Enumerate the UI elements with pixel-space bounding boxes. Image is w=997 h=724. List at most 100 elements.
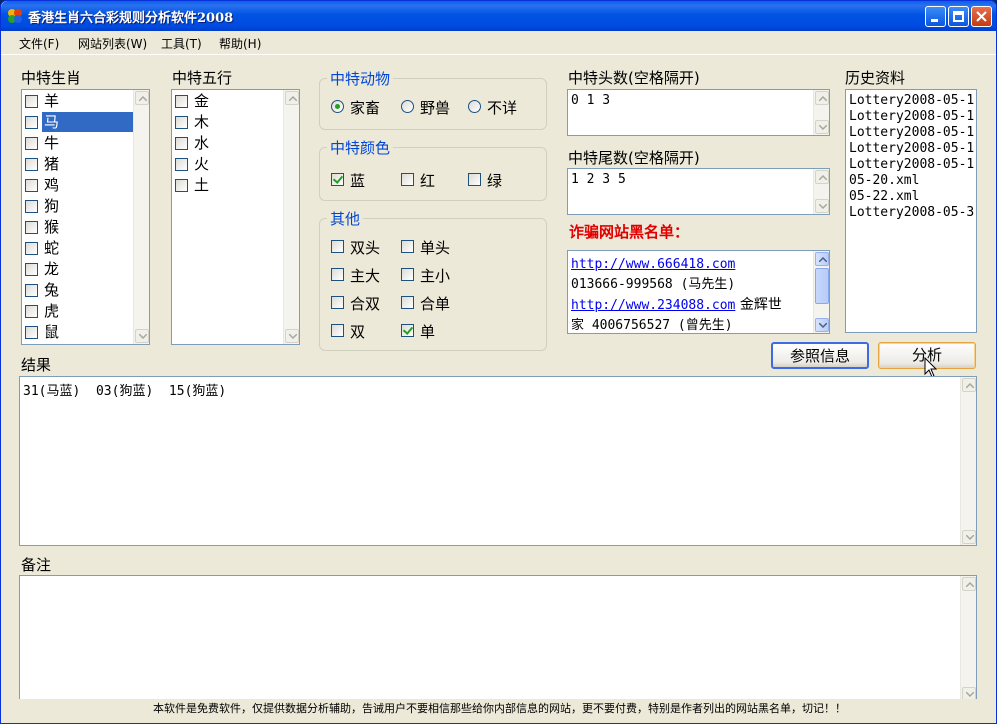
title-bar[interactable]: 香港生肖六合彩规则分析软件2008 <box>1 1 996 31</box>
scroll-up-button[interactable] <box>815 91 829 105</box>
tail-numbers-input[interactable]: 1 2 3 5 <box>567 168 830 215</box>
checkbox[interactable] <box>25 242 38 255</box>
zodiac-scrollbar[interactable] <box>133 90 149 344</box>
checkbox[interactable] <box>25 95 38 108</box>
checkbox[interactable] <box>25 263 38 276</box>
menu-help[interactable]: 帮助(H) <box>219 35 261 52</box>
blacklist-box[interactable]: http://www.666418.com 013666-999568 (马先生… <box>567 250 830 334</box>
blacklist-content: http://www.666418.com 013666-999568 (马先生… <box>571 255 782 333</box>
head-numbers-value: 0 1 3 <box>571 93 611 108</box>
checkbox[interactable] <box>25 158 38 171</box>
checkbox[interactable] <box>175 158 188 171</box>
checkbox[interactable] <box>175 137 188 150</box>
tail-numbers-value: 1 2 3 5 <box>571 172 626 187</box>
notes-label: 备注 <box>21 556 52 574</box>
history-item[interactable]: Lottery2008-05-1 <box>849 93 974 109</box>
menu-file[interactable]: 文件(F) <box>19 35 59 52</box>
scroll-down-button[interactable] <box>962 530 976 544</box>
maximize-button[interactable] <box>948 6 969 27</box>
history-item[interactable]: Lottery2008-05-1 <box>849 125 974 141</box>
history-item[interactable]: 05-20.xml <box>849 173 919 189</box>
reference-button[interactable]: 参照信息 <box>771 342 869 369</box>
checkbox[interactable] <box>401 296 414 309</box>
close-button[interactable] <box>971 6 992 27</box>
blacklist-link[interactable]: http://www.234088.com <box>571 298 735 313</box>
checkbox[interactable] <box>331 268 344 281</box>
checkbox[interactable] <box>331 240 344 253</box>
footer-disclaimer: 本软件是免费软件，仅提供数据分析辅助，告诫用户不要相信那些给你内部信息的网站，更… <box>1 699 996 723</box>
scroll-thumb[interactable] <box>815 268 829 304</box>
scroll-down-button[interactable] <box>815 199 829 213</box>
checkbox[interactable] <box>401 173 414 186</box>
checkbox[interactable] <box>25 179 38 192</box>
tail-numbers-label: 中特尾数(空格隔开) <box>568 149 700 167</box>
scroll-up-button[interactable] <box>135 91 149 105</box>
scroll-up-button[interactable] <box>815 170 829 184</box>
elements-scrollbar[interactable] <box>283 90 299 344</box>
scroll-down-button[interactable] <box>815 120 829 134</box>
checkbox[interactable] <box>25 116 38 129</box>
scroll-down-button[interactable] <box>815 318 829 332</box>
menu-bar: 文件(F) 网站列表(W) 工具(T) 帮助(H) <box>1 31 996 55</box>
notes-scrollbar[interactable] <box>960 576 976 702</box>
menu-sites[interactable]: 网站列表(W) <box>78 35 147 52</box>
checkbox[interactable] <box>25 305 38 318</box>
elements-list[interactable]: 土火水木金 <box>171 89 300 345</box>
scroll-up-icon <box>966 383 974 388</box>
checkbox[interactable] <box>331 296 344 309</box>
checkbox[interactable] <box>401 324 414 337</box>
history-item[interactable]: Lottery2008-05-1 <box>849 157 974 173</box>
history-item[interactable]: 05-22.xml <box>849 189 919 205</box>
head-numbers-label: 中特头数(空格隔开) <box>568 69 700 87</box>
history-label: 历史资料 <box>845 69 906 87</box>
radio-button[interactable] <box>401 100 414 113</box>
scroll-up-button[interactable] <box>815 252 829 266</box>
element-item-label: 金 <box>194 92 210 110</box>
history-item[interactable]: Lottery2008-05-3 <box>849 205 974 221</box>
history-item[interactable]: Lottery2008-05-1 <box>849 109 974 125</box>
radio-button[interactable] <box>468 100 481 113</box>
scroll-up-button[interactable] <box>962 577 976 591</box>
head-numbers-input[interactable]: 0 1 3 <box>567 89 830 136</box>
scroll-up-button[interactable] <box>285 91 299 105</box>
blacklist-scrollbar[interactable] <box>813 251 829 333</box>
blacklist-line: 013666-999568 (马先生) <box>571 277 736 292</box>
result-scrollbar[interactable] <box>960 377 976 545</box>
history-item[interactable]: Lottery2008-05-1 <box>849 141 974 157</box>
scroll-down-button[interactable] <box>285 329 299 343</box>
scroll-up-button[interactable] <box>962 378 976 392</box>
zodiac-list[interactable]: 鼠虎兔龙蛇猴狗鸡猪牛马羊 <box>21 89 150 345</box>
other-group: 其他 双头 单头 主大 主小 合双 合单 双 单 <box>319 208 547 351</box>
maximize-icon <box>953 11 964 22</box>
notes-textarea[interactable] <box>19 575 977 703</box>
blacklist-link[interactable]: http://www.666418.com <box>571 257 735 272</box>
blacklist-line: 家 4006756527 (曾先生) <box>571 318 733 333</box>
zodiac-item-label: 鸡 <box>44 176 60 194</box>
result-label: 结果 <box>21 356 52 374</box>
history-list[interactable]: Lottery2008-05-1 Lottery2008-05-1 Lottery2… <box>845 89 977 333</box>
checkbox[interactable] <box>401 268 414 281</box>
checkbox[interactable] <box>25 137 38 150</box>
animal-group-title: 中特动物 <box>327 68 394 89</box>
checkbox[interactable] <box>331 324 344 337</box>
checkbox[interactable] <box>401 240 414 253</box>
scroll-down-icon <box>819 204 827 209</box>
checkbox[interactable] <box>175 116 188 129</box>
checkbox[interactable] <box>175 179 188 192</box>
checkbox[interactable] <box>25 221 38 234</box>
checkbox[interactable] <box>25 200 38 213</box>
checkbox[interactable] <box>25 284 38 297</box>
checkbox[interactable] <box>331 173 344 186</box>
menu-tools[interactable]: 工具(T) <box>161 35 202 52</box>
checkbox[interactable] <box>175 95 188 108</box>
head-numbers-scrollbar[interactable] <box>813 90 829 135</box>
color-group-title: 中特颜色 <box>327 137 394 158</box>
tail-numbers-scrollbar[interactable] <box>813 169 829 214</box>
checkbox[interactable] <box>468 173 481 186</box>
result-textarea[interactable]: 31(马蓝) 03(狗蓝) 15(狗蓝) <box>19 376 977 546</box>
radio-button[interactable] <box>331 100 344 113</box>
scroll-down-button[interactable] <box>135 329 149 343</box>
animal-group: 中特动物 家畜 野兽 不详 <box>319 68 547 130</box>
checkbox[interactable] <box>25 326 38 339</box>
minimize-button[interactable] <box>925 6 946 27</box>
